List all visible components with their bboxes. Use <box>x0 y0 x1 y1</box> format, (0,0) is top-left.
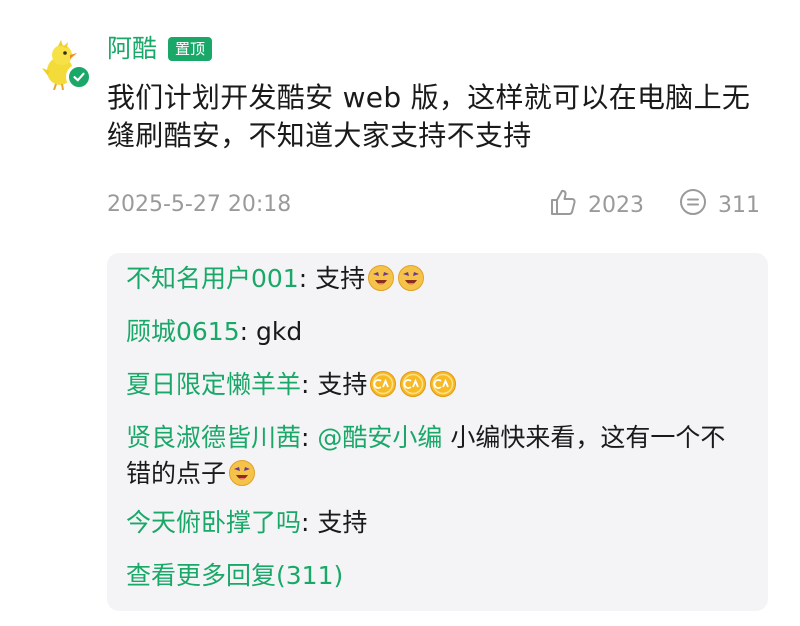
reply-item[interactable]: 夏日限定懒羊羊: 支持 <box>126 367 750 403</box>
reply-author[interactable]: 夏日限定懒羊羊 <box>126 370 301 399</box>
laughing-emoji-icon <box>229 460 256 486</box>
reply-author[interactable]: 顾城0615 <box>126 317 240 346</box>
replies-panel: 不知名用户001: 支持 顾城0615: gkd 夏日限定懒羊羊: 支持 贤良淑… <box>107 253 768 611</box>
reply-separator: : <box>301 370 318 399</box>
like-button[interactable]: 2023 <box>548 188 644 222</box>
comment-button[interactable]: 311 <box>678 188 760 222</box>
reply-author[interactable]: 今天俯卧撑了吗 <box>126 508 301 537</box>
reply-text: 支持 <box>317 370 368 399</box>
reply-text: 支持 <box>315 264 366 293</box>
pinned-badge: 置顶 <box>168 37 213 61</box>
verified-check-icon <box>66 64 92 90</box>
laughing-emoji-icon <box>398 265 425 291</box>
reply-author[interactable]: 贤良淑德皆川茜 <box>126 423 301 452</box>
reply-separator: : <box>239 317 256 346</box>
coolapk-coin-emoji-icon <box>370 371 397 397</box>
reply-separator: : <box>301 423 318 452</box>
reply-text: 支持 <box>317 508 368 537</box>
reply-item[interactable]: 今天俯卧撑了吗: 支持 <box>126 505 750 541</box>
reply-item[interactable]: 不知名用户001: 支持 <box>126 261 750 297</box>
reply-author[interactable]: 不知名用户001 <box>126 264 299 293</box>
laughing-emoji-icon <box>368 265 395 291</box>
reply-mention-link[interactable]: @酷安小编 <box>317 423 442 452</box>
post-timestamp: 2025-5-27 20:18 <box>107 192 292 217</box>
reply-separator: : <box>298 264 316 293</box>
reply-item[interactable]: 贤良淑德皆川茜: @酷安小编 小编快来看，这有一个不错的点子 <box>126 420 750 492</box>
post-author-name[interactable]: 阿酷 <box>107 32 157 66</box>
reply-text: gkd <box>256 317 303 346</box>
thumbs-up-icon <box>548 187 578 223</box>
comment-count: 311 <box>718 192 760 218</box>
reply-separator: : <box>301 508 318 537</box>
post-content: 我们计划开发酷安 web 版，这样就可以在电脑上无缝刷酷安，不知道大家支持不支持 <box>107 81 751 152</box>
coolapk-coin-emoji-icon <box>400 371 427 397</box>
reply-item[interactable]: 顾城0615: gkd <box>126 314 750 350</box>
view-more-replies-link[interactable]: 查看更多回复(311) <box>126 558 750 594</box>
like-count: 2023 <box>588 192 644 218</box>
comment-icon <box>678 187 708 223</box>
coolapk-coin-emoji-icon <box>430 371 457 397</box>
